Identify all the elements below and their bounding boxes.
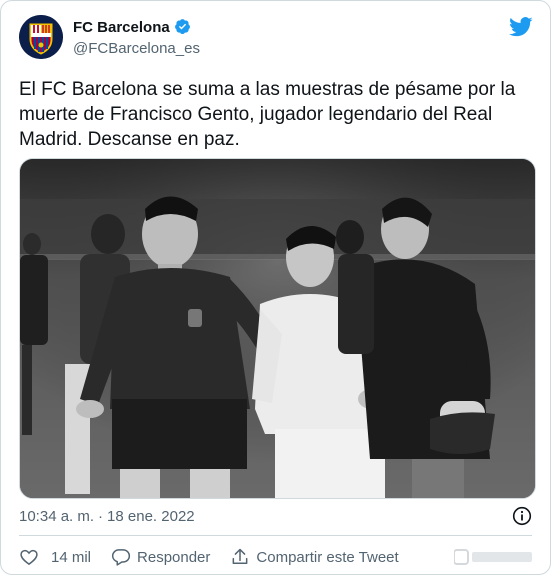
reply-label: Responder — [137, 548, 211, 566]
tweet-time[interactable]: 10:34 a. m. — [19, 508, 94, 525]
heart-icon — [20, 549, 38, 566]
author-name[interactable]: FC Barcelona — [73, 18, 191, 36]
share-label: Compartir este Tweet — [256, 548, 399, 566]
fc-barcelona-crest-icon — [19, 15, 63, 59]
watermark-logo — [453, 548, 534, 569]
share-button[interactable]: Compartir este Tweet — [230, 547, 399, 567]
avatar[interactable] — [19, 15, 63, 59]
football-players-photo — [20, 159, 535, 498]
twitter-bird-icon[interactable] — [509, 17, 533, 37]
divider — [19, 535, 532, 536]
author-handle[interactable]: @FCBarcelona_es — [73, 40, 200, 57]
tweet-actions: 14 mil Responder Compartir este Tweet — [19, 545, 419, 569]
tweet-text: El FC Barcelona se suma a las muestras d… — [19, 79, 516, 150]
tweet-card: FC Barcelona @FCBarcelona_es El FC Barce… — [0, 0, 551, 575]
watermark-icon — [453, 549, 532, 565]
like-count: 14 mil — [51, 548, 92, 566]
tweet-date[interactable]: 18 ene. 2022 — [107, 508, 195, 525]
meta-separator: · — [98, 508, 104, 525]
reply-icon — [111, 549, 131, 566]
reply-button[interactable]: Responder — [111, 547, 210, 567]
share-icon — [232, 548, 248, 564]
author-name-text[interactable]: FC Barcelona — [73, 19, 170, 36]
tweet-timestamp[interactable]: 10:34 a. m. · 18 ene. 2022 — [19, 508, 195, 525]
like-button[interactable]: 14 mil — [19, 547, 91, 567]
info-icon[interactable] — [512, 506, 532, 526]
verified-badge-icon — [174, 19, 190, 35]
tweet-photo[interactable] — [19, 158, 536, 499]
